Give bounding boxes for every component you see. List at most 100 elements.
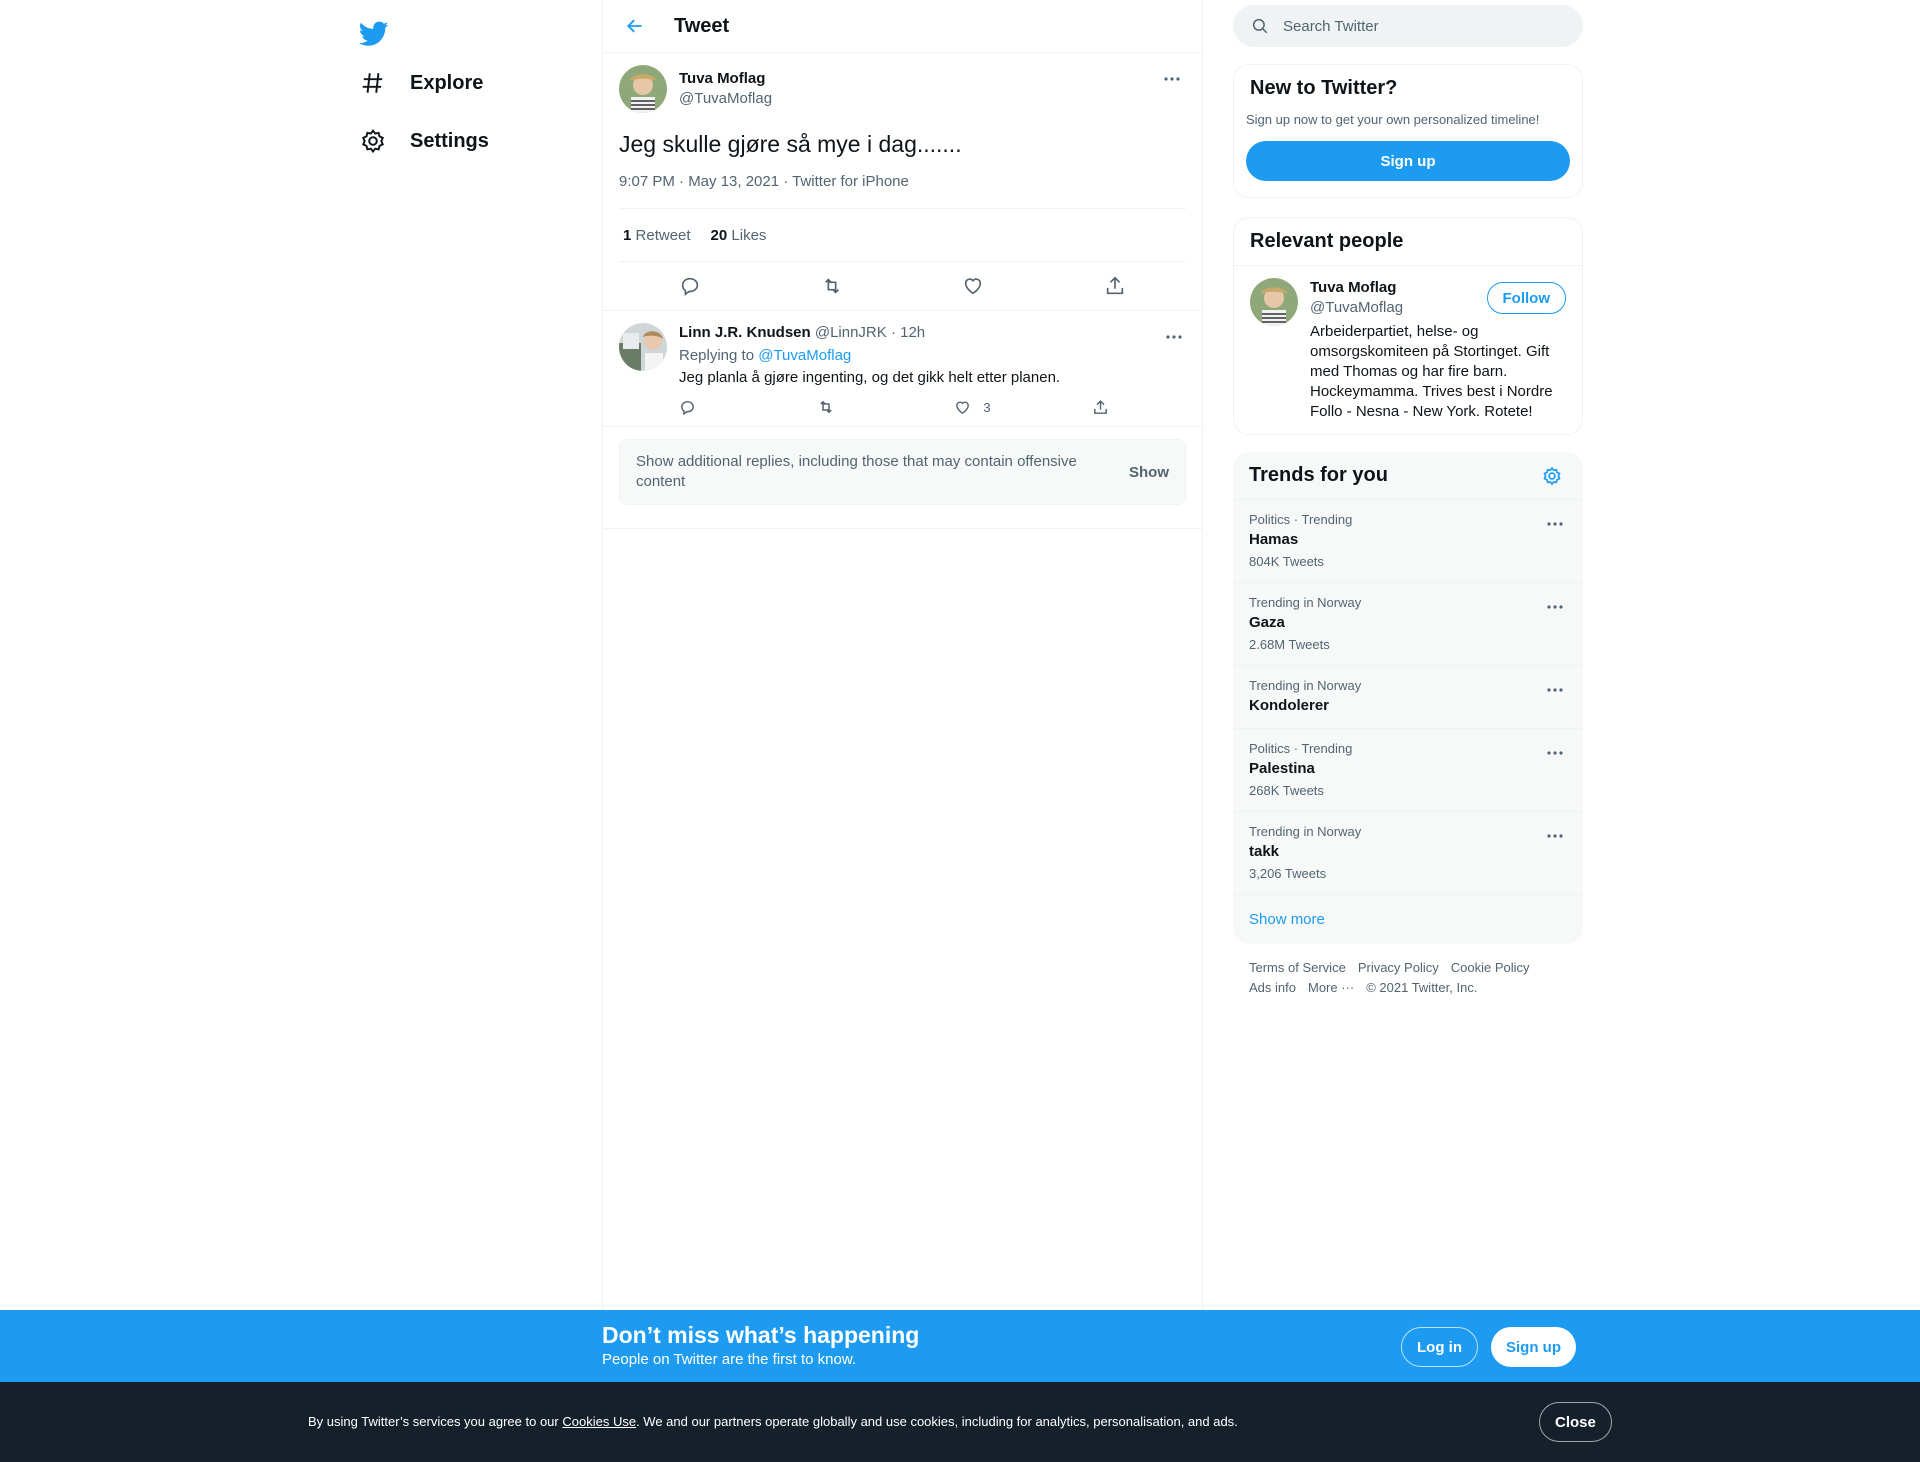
tweet-text: Jeg skulle gjøre så mye i dag....... — [619, 131, 962, 157]
reply-icon — [681, 400, 694, 415]
reply-retweet-button[interactable] — [817, 398, 917, 416]
trend-count: 268K Tweets — [1249, 783, 1324, 798]
person-avatar[interactable] — [1250, 278, 1298, 326]
cookie-close-button[interactable]: Close — [1539, 1402, 1612, 1442]
banner-sign-up-button[interactable]: Sign up — [1491, 1327, 1576, 1367]
trend-name: Hamas — [1249, 531, 1299, 548]
reply-text: Jeg planla å gjøre ingenting, og det gik… — [679, 369, 1061, 386]
trend-more-button[interactable] — [1541, 595, 1569, 619]
twitter-logo-icon[interactable] — [350, 10, 398, 58]
reply-like-button[interactable]: 3 — [954, 398, 1054, 416]
trend-count: 3,206 Tweets — [1249, 866, 1327, 881]
reply-button[interactable] — [672, 268, 708, 304]
share-icon — [1106, 276, 1124, 295]
heart-icon — [965, 278, 982, 295]
trend-more-button[interactable] — [1541, 512, 1569, 536]
trend-more-button[interactable] — [1541, 741, 1569, 765]
log-in-button[interactable]: Log in — [1401, 1327, 1478, 1367]
trend-category: Trending in Norway — [1249, 595, 1362, 610]
author-handle[interactable]: @TuvaMoflag — [679, 89, 772, 109]
more-dots-icon — [1547, 688, 1563, 692]
sign-up-button[interactable]: Sign up — [1246, 141, 1570, 181]
back-button[interactable] — [617, 8, 653, 44]
replying-to-link[interactable]: @TuvaMoflag — [758, 347, 851, 364]
reply-like-count: 3 — [983, 399, 991, 415]
right-column: New to Twitter? Sign up now to get your … — [1233, 0, 1583, 1012]
like-button[interactable] — [955, 268, 991, 304]
more-dots-icon — [1547, 834, 1563, 838]
relevant-people-title: Relevant people — [1250, 230, 1404, 252]
search-box[interactable] — [1233, 5, 1583, 47]
reply-actions: 3 — [679, 398, 1109, 416]
nav-explore[interactable]: Explore — [350, 57, 493, 109]
share-icon — [1094, 399, 1107, 414]
nav-settings[interactable]: Settings — [350, 115, 499, 167]
footer-cookie[interactable]: Cookie Policy — [1451, 960, 1530, 975]
show-replies-button[interactable]: Show — [1129, 464, 1169, 481]
trend-item[interactable]: Politics · Trending Palestina 268K Tweets — [1233, 729, 1583, 812]
banner-title: Don’t miss what’s happening — [602, 1322, 920, 1348]
trends-show-more[interactable]: Show more — [1233, 895, 1583, 944]
reply-author-name[interactable]: Linn J.R. Knudsen — [679, 324, 811, 341]
reply-author-handle[interactable]: @LinnJRK — [815, 324, 887, 341]
follow-button[interactable]: Follow — [1486, 282, 1566, 314]
share-button[interactable] — [1097, 268, 1133, 304]
trend-category: Politics · Trending — [1249, 512, 1353, 527]
trend-more-button[interactable] — [1541, 678, 1569, 702]
reply-tweet[interactable]: Linn J.R. Knudsen @LinnJRK · 12h Replyin… — [603, 310, 1202, 427]
tweet-timestamp[interactable]: 9:07 PM · May 13, 2021 · Twitter for iPh… — [619, 173, 1186, 209]
author-avatar[interactable] — [619, 65, 667, 113]
trend-category: Politics · Trending — [1249, 741, 1353, 756]
search-icon — [1252, 18, 1268, 34]
footer-ads-info[interactable]: Ads info — [1249, 980, 1296, 995]
more-dots-icon — [1547, 751, 1563, 755]
trend-item[interactable]: Trending in Norway takk 3,206 Tweets — [1233, 812, 1583, 895]
reply-avatar[interactable] — [619, 323, 667, 371]
trend-item[interactable]: Trending in Norway Kondolerer — [1233, 666, 1583, 729]
footer-privacy[interactable]: Privacy Policy — [1358, 960, 1439, 975]
divider — [603, 517, 1202, 529]
trend-count: 804K Tweets — [1249, 554, 1324, 569]
cookies-use-link[interactable]: Cookies Use — [562, 1414, 636, 1429]
gear-icon — [1543, 466, 1561, 485]
more-dots-icon — [1547, 522, 1563, 526]
person-bio: Arbeiderpartiet, helse- og omsorgskomite… — [1310, 323, 1553, 420]
gear-icon — [360, 128, 386, 154]
trend-category: Trending in Norway — [1249, 824, 1362, 839]
trend-name: Kondolerer — [1249, 697, 1330, 714]
footer-more[interactable]: More ··· — [1308, 980, 1354, 995]
footer-links: Terms of Service Privacy Policy Cookie Pol… — [1233, 944, 1583, 1012]
new-to-twitter-subtitle: Sign up now to get your own personalized… — [1246, 112, 1540, 127]
retweet-icon — [819, 400, 832, 414]
trends-settings-button[interactable] — [1537, 461, 1567, 491]
trend-name: Palestina — [1249, 760, 1315, 777]
reply-more-button[interactable] — [1160, 323, 1188, 351]
new-to-twitter-title: New to Twitter? — [1250, 77, 1398, 99]
reply-time[interactable]: · 12h — [891, 324, 925, 341]
more-dots-icon — [1164, 77, 1180, 81]
relevant-people-card: Relevant people Tuva Moflag @TuvaMoflag … — [1233, 217, 1583, 435]
likes-stat[interactable]: 20 Likes — [711, 227, 767, 244]
person-item[interactable]: Tuva Moflag @TuvaMoflag Arbeiderpartiet,… — [1234, 265, 1582, 434]
search-input[interactable] — [1283, 17, 1553, 35]
new-to-twitter-card: New to Twitter? Sign up now to get your … — [1233, 64, 1583, 198]
more-dots-icon — [1166, 335, 1182, 339]
retweet-icon — [824, 278, 839, 294]
retweets-stat[interactable]: 1 Retweet — [623, 227, 691, 244]
trend-item[interactable]: Trending in Norway Gaza 2.68M Tweets — [1233, 583, 1583, 666]
trend-more-button[interactable] — [1541, 824, 1569, 848]
trend-item[interactable]: Politics · Trending Hamas 804K Tweets — [1233, 500, 1583, 583]
replying-to: Replying to @TuvaMoflag — [679, 347, 852, 364]
additional-replies-text: Show additional replies, including those… — [636, 453, 1077, 490]
more-options-button[interactable] — [1158, 65, 1186, 93]
author-name[interactable]: Tuva Moflag — [679, 69, 772, 89]
retweet-button[interactable] — [814, 268, 850, 304]
nav-label-settings: Settings — [410, 129, 489, 152]
reply-share-button[interactable] — [1092, 398, 1109, 416]
footer-terms[interactable]: Terms of Service — [1249, 960, 1346, 975]
trend-name: takk — [1249, 843, 1280, 860]
reply-reply-button[interactable] — [679, 398, 779, 416]
trend-count: 2.68M Tweets — [1249, 637, 1330, 652]
back-arrow-icon — [627, 19, 642, 33]
trends-card: Trends for you Politics · Trending Hamas 8… — [1233, 452, 1583, 944]
